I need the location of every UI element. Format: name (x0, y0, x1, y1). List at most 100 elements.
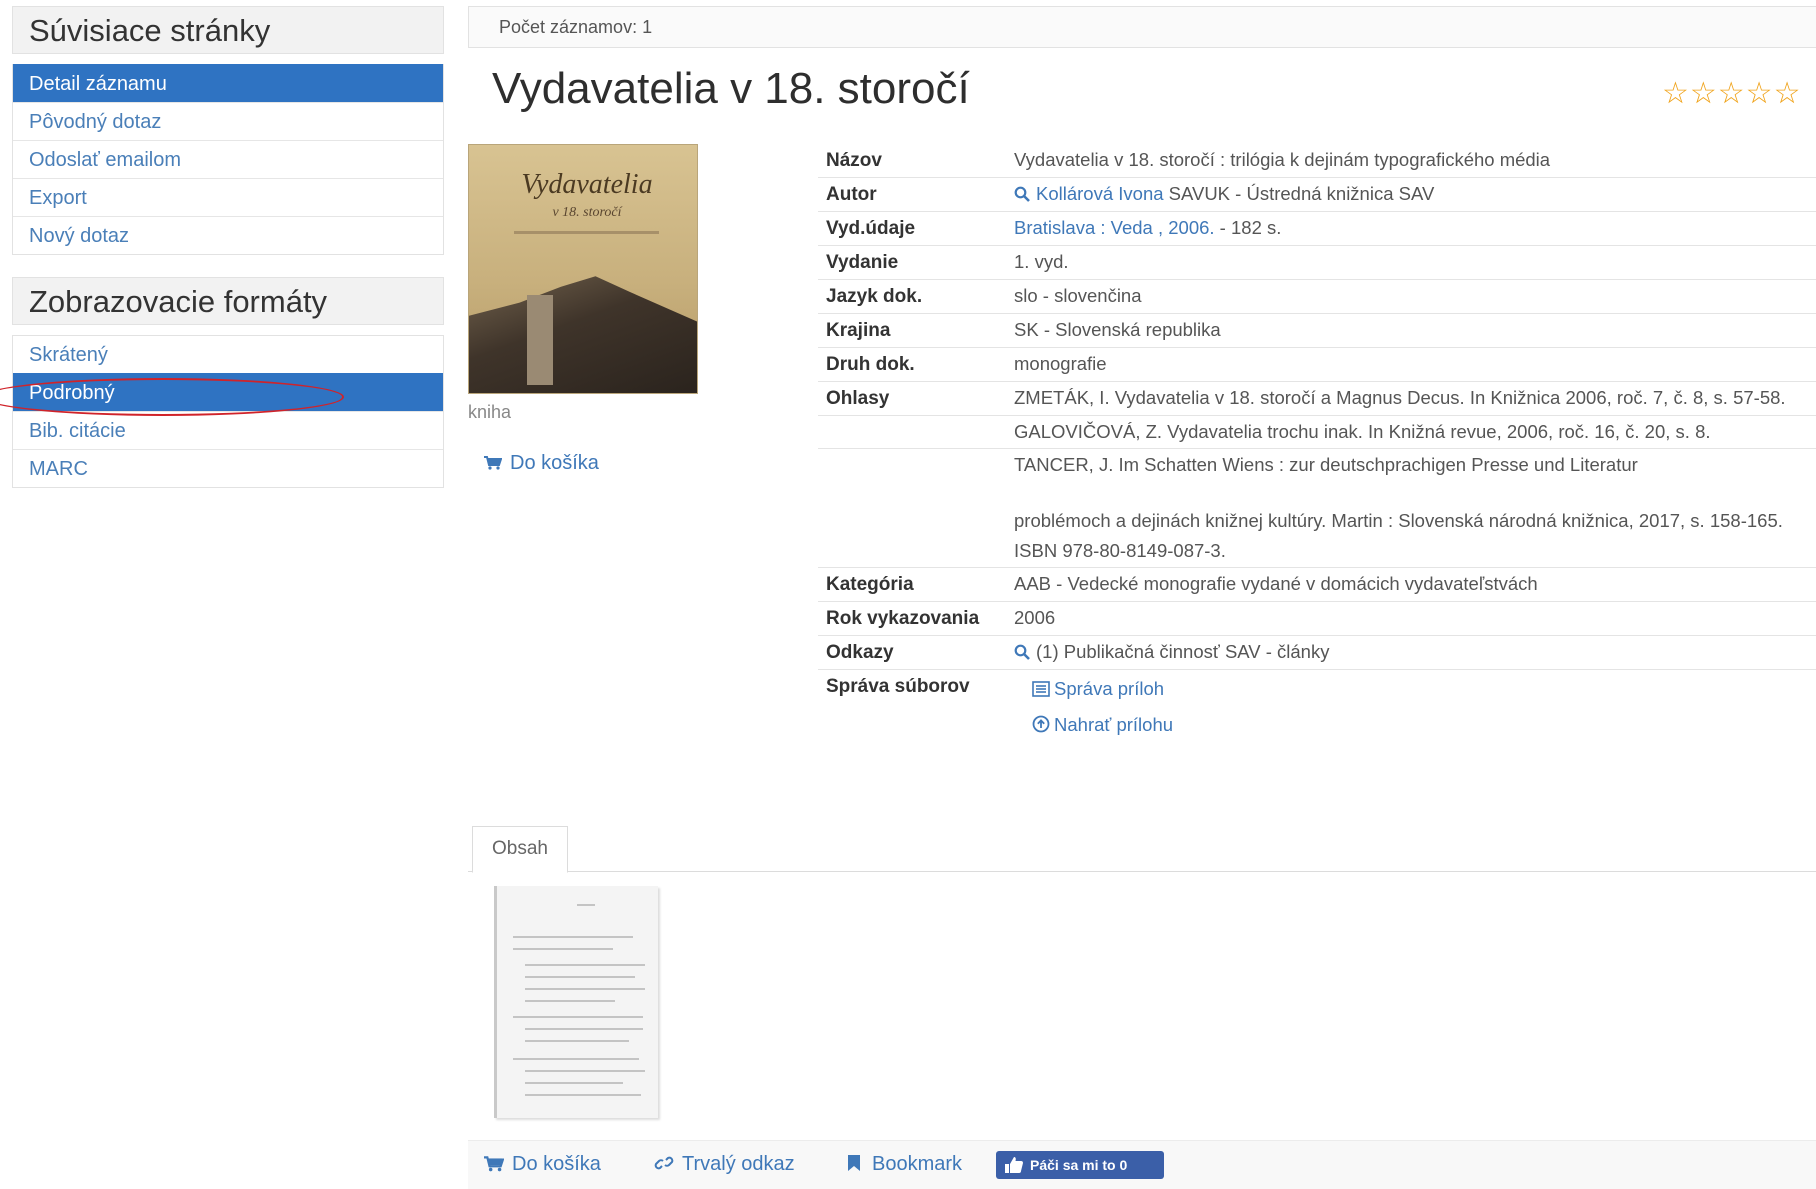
thumb-line (525, 964, 645, 966)
publisher-link[interactable]: Bratislava : Veda , 2006. (1014, 217, 1215, 238)
nav-export[interactable]: Export (13, 178, 443, 216)
book-cover-image[interactable]: Vydavatelia v 18. storočí (468, 144, 698, 394)
detail-row-language: Jazyk dok. slo - slovenčina (818, 280, 1816, 314)
cart-icon (484, 456, 502, 470)
cover-artwork (469, 276, 697, 393)
search-icon[interactable] (1014, 186, 1030, 202)
pages-text: - 182 s. (1214, 217, 1282, 238)
record-details-table: Názov Vydavatelia v 18. storočí : trilóg… (818, 144, 1816, 744)
thumb-line (525, 988, 645, 990)
detail-value-country: SK - Slovenská republika (1014, 319, 1221, 340)
detail-row-citations-2: GALOVIČOVÁ, Z. Vydavatelia trochu inak. … (818, 416, 1816, 449)
manage-attachments-link[interactable]: Správa príloh (1032, 671, 1814, 707)
thumb-line (525, 1082, 623, 1084)
thumb-line (525, 1070, 645, 1072)
bookmark-link[interactable]: Bookmark (846, 1153, 962, 1176)
document-type: kniha (468, 402, 512, 422)
format-citations[interactable]: Bib. citácie (13, 411, 443, 449)
footer-cart-label: Do košíka (512, 1153, 601, 1175)
detail-row-title: Názov Vydavatelia v 18. storočí : trilóg… (818, 144, 1816, 178)
thumb-line (513, 1058, 639, 1060)
thumb-line (525, 1000, 615, 1002)
related-pages-list: Detail záznamu Pôvodný dotaz Odoslať ema… (12, 64, 444, 255)
detail-label: Vydanie (826, 252, 899, 273)
citation-item-continued: problémoch a dejinách knižnej kultúry. M… (1014, 510, 1783, 561)
record-count: Počet záznamov: 1 (468, 6, 1816, 48)
citation-item: GALOVIČOVÁ, Z. Vydavatelia trochu inak. … (1014, 421, 1711, 442)
permalink-label: Trvalý odkaz (682, 1153, 795, 1175)
list-icon (1032, 681, 1050, 697)
thumb-line (513, 936, 633, 938)
detail-row-category: Kategória AAB - Vedecké monografie vydan… (818, 568, 1816, 602)
like-label: Páči sa mi to 0 (1030, 1157, 1128, 1173)
detail-label: Rok vykazovania (826, 608, 980, 629)
search-icon[interactable] (1014, 644, 1030, 660)
detail-label: Jazyk dok. (826, 286, 923, 307)
nav-send-email[interactable]: Odoslať emailom (13, 140, 443, 178)
upload-attachment-label: Nahrať prílohu (1054, 714, 1174, 735)
detail-row-citations-1: Ohlasy ZMETÁK, I. Vydavatelia v 18. stor… (818, 382, 1816, 416)
nav-original-query[interactable]: Pôvodný dotaz (13, 102, 443, 140)
author-affiliation: SAVUK - Ústredná knižnica SAV (1168, 183, 1435, 204)
upload-attachment-link[interactable]: Nahrať prílohu (1032, 707, 1814, 743)
cover-subtitle: v 18. storočí (552, 205, 622, 220)
detail-row-edition: Vydanie 1. vyd. (818, 246, 1816, 280)
permalink-link[interactable]: Trvalý odkaz (654, 1153, 795, 1176)
detail-label: Autor (826, 184, 877, 205)
thumb-line (525, 1028, 643, 1030)
detail-row-file-management: Správa súborov Správa príloh Nahrať príl… (818, 670, 1816, 744)
cover-rule (514, 231, 659, 234)
detail-value-category: AAB - Vedecké monografie vydané v domáci… (1014, 573, 1538, 594)
facebook-like-button[interactable]: Páči sa mi to 0 (996, 1151, 1164, 1179)
thumb-line (513, 1016, 643, 1018)
detail-label: Ohlasy (826, 388, 890, 409)
nav-new-query[interactable]: Nový dotaz (13, 216, 443, 254)
detail-label: Druh dok. (826, 354, 915, 375)
contents-page-thumbnail[interactable] (494, 886, 658, 1118)
detail-row-doctype: Druh dok. monografie (818, 348, 1816, 382)
detail-row-author: Autor Kollárová Ivona SAVUK - Ústredná k… (818, 178, 1816, 212)
format-short[interactable]: Skrátený (13, 335, 443, 373)
cover-tower (527, 295, 553, 385)
detail-row-links: Odkazy (1) Publikačná činnosť SAV - člán… (818, 636, 1816, 670)
bookmark-icon (848, 1155, 860, 1171)
detail-value-year: 2006 (1014, 607, 1056, 628)
record-actions-bar: Do košíka Trvalý odkaz Bookmark Páči sa … (468, 1140, 1816, 1189)
detail-label: Odkazy (826, 642, 894, 663)
detail-row-citations-3: TANCER, J. Im Schatten Wiens : zur deuts… (818, 449, 1816, 568)
detail-label: Vyd.údaje (826, 218, 916, 239)
detail-value-doctype: monografie (1014, 353, 1107, 374)
related-pages-heading: Súvisiace stránky (12, 6, 444, 54)
detail-value-language: slo - slovenčina (1014, 285, 1142, 306)
display-formats-heading: Zobrazovacie formáty (12, 277, 444, 325)
thumbs-up-icon (1005, 1157, 1023, 1173)
upload-icon (1032, 715, 1050, 733)
thumb-line (577, 904, 595, 906)
thumb-line (525, 976, 635, 978)
footer-cart-link[interactable]: Do košíka (484, 1153, 601, 1176)
bookmark-label: Bookmark (872, 1153, 963, 1175)
rating-stars[interactable]: ☆☆☆☆☆ (1662, 76, 1801, 111)
format-marc[interactable]: MARC (13, 449, 443, 487)
thumb-line (525, 1040, 629, 1042)
main-content: Počet záznamov: 1 Vydavatelia v 18. stor… (468, 6, 1816, 1189)
link-icon (654, 1156, 674, 1170)
detail-row-publication: Vyd.údaje Bratislava : Veda , 2006. - 18… (818, 212, 1816, 246)
detail-label: Názov (826, 150, 882, 171)
detail-value-edition: 1. vyd. (1014, 251, 1069, 272)
manage-attachments-label: Správa príloh (1054, 678, 1165, 699)
content-tabs: Obsah (468, 826, 1816, 873)
detail-row-year: Rok vykazovania 2006 (818, 602, 1816, 636)
thumb-line (513, 948, 613, 950)
add-to-cart-label: Do košíka (510, 452, 599, 474)
author-link[interactable]: Kollárová Ivona (1036, 183, 1164, 204)
citation-item: TANCER, J. Im Schatten Wiens : zur deuts… (1014, 454, 1638, 475)
thumb-line (525, 1094, 641, 1096)
add-to-cart-link[interactable]: Do košíka (484, 452, 599, 475)
detail-label: Kategória (826, 574, 914, 595)
sidebar: Súvisiace stránky Detail záznamu Pôvodný… (0, 6, 444, 488)
tab-contents[interactable]: Obsah (472, 826, 568, 873)
detail-row-country: Krajina SK - Slovenská republika (818, 314, 1816, 348)
nav-record-detail[interactable]: Detail záznamu (13, 64, 443, 102)
detail-value-title: Vydavatelia v 18. storočí : trilógia k d… (1014, 149, 1551, 170)
